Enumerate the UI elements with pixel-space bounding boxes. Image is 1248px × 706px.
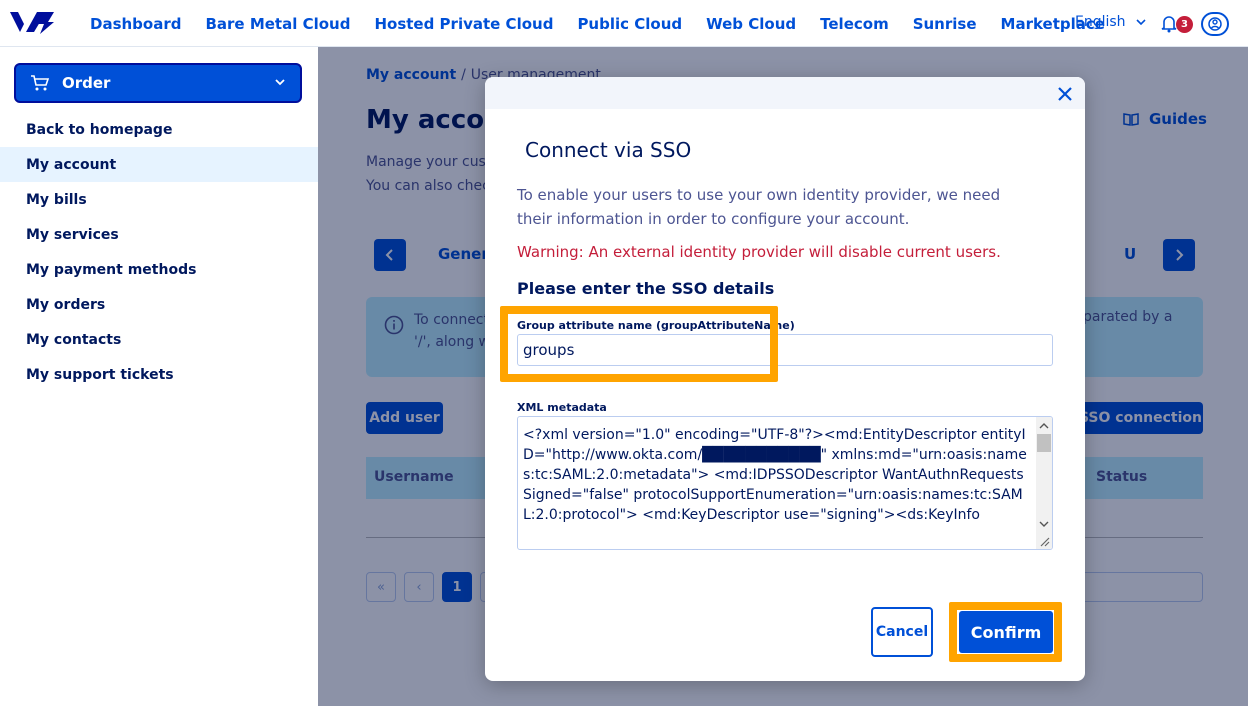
top-navbar: Dashboard Bare Metal Cloud Hosted Privat… [0, 0, 1248, 47]
modal-header-bar [485, 77, 1085, 109]
sidebar-item-my-orders[interactable]: My orders [0, 287, 318, 322]
confirm-button[interactable]: Confirm [959, 611, 1053, 653]
sidebar-item-my-contacts[interactable]: My contacts [0, 322, 318, 357]
modal-title: Connect via SSO [525, 138, 692, 162]
ovhcloud-logo[interactable] [10, 10, 54, 36]
sidebar: Order Back to homepage My account My bil… [0, 47, 318, 706]
sidebar-item-my-payment-methods[interactable]: My payment methods [0, 252, 318, 287]
nav-hosted-private-cloud[interactable]: Hosted Private Cloud [374, 15, 553, 33]
sso-modal: Connect via SSO To enable your users to … [485, 77, 1085, 681]
modal-description: To enable your users to use your own ide… [517, 186, 1001, 228]
chevron-down-icon [1135, 19, 1146, 26]
sidebar-item-my-services[interactable]: My services [0, 217, 318, 252]
xml-metadata-textarea[interactable]: <?xml version="1.0" encoding="UTF-8"?><m… [517, 416, 1053, 550]
main-nav: Dashboard Bare Metal Cloud Hosted Privat… [90, 0, 1129, 47]
sidebar-item-my-support-tickets[interactable]: My support tickets [0, 357, 318, 392]
nav-bare-metal-cloud[interactable]: Bare Metal Cloud [205, 15, 350, 33]
order-button[interactable]: Order [14, 63, 302, 103]
nav-telecom[interactable]: Telecom [820, 15, 889, 33]
cancel-button[interactable]: Cancel [871, 607, 933, 657]
highlight-annotation [500, 306, 778, 382]
notification-badge: 3 [1176, 16, 1193, 33]
chevron-up-icon [1039, 423, 1049, 429]
nav-web-cloud[interactable]: Web Cloud [706, 15, 796, 33]
language-selector[interactable]: English [1075, 14, 1146, 30]
cart-icon [31, 75, 50, 91]
nav-dashboard[interactable]: Dashboard [90, 15, 181, 33]
sidebar-item-my-bills[interactable]: My bills [0, 182, 318, 217]
chevron-down-icon [275, 79, 285, 86]
sidebar-item-my-account[interactable]: My account [0, 147, 318, 182]
xml-metadata-label: XML metadata [517, 401, 607, 414]
user-account-button[interactable] [1201, 12, 1229, 36]
language-label: English [1075, 14, 1126, 30]
resize-handle-icon[interactable] [1038, 535, 1050, 547]
chevron-down-icon [1039, 521, 1049, 527]
close-icon[interactable] [1055, 84, 1075, 104]
modal-subheading: Please enter the SSO details [517, 279, 775, 298]
textarea-scrollbar[interactable] [1036, 417, 1052, 549]
order-label: Order [62, 74, 111, 92]
nav-public-cloud[interactable]: Public Cloud [577, 15, 682, 33]
sidebar-item-back-to-homepage[interactable]: Back to homepage [0, 112, 318, 147]
modal-warning: Warning: An external identity provider w… [517, 243, 1001, 261]
scrollbar-thumb[interactable] [1037, 434, 1051, 452]
user-icon [1208, 17, 1222, 31]
nav-sunrise[interactable]: Sunrise [913, 15, 977, 33]
xml-metadata-content: <?xml version="1.0" encoding="UTF-8"?><m… [523, 427, 1027, 523]
